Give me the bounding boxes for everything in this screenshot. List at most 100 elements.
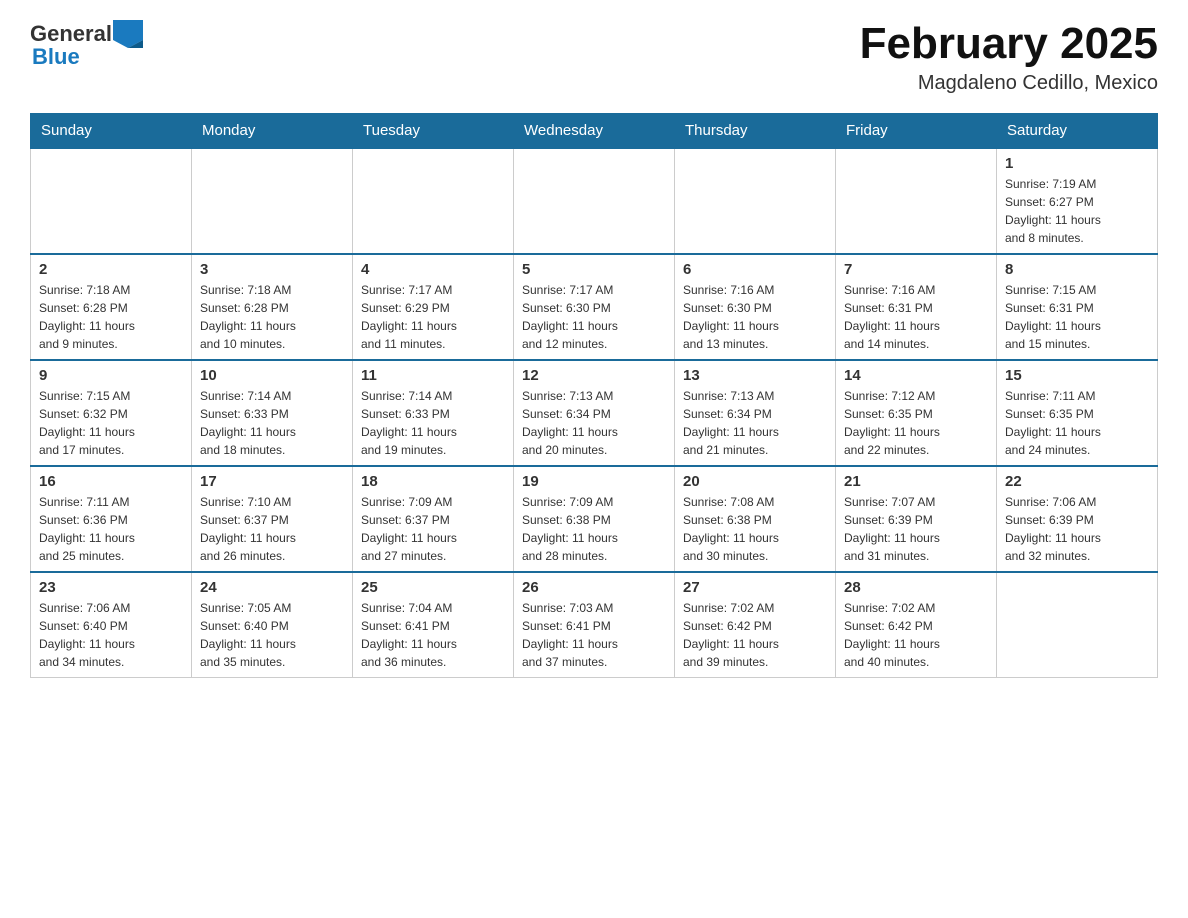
table-row bbox=[997, 572, 1158, 678]
day-info: Sunrise: 7:11 AM Sunset: 6:36 PM Dayligh… bbox=[39, 493, 183, 565]
day-number: 5 bbox=[522, 261, 666, 278]
day-number: 13 bbox=[683, 367, 827, 384]
day-info: Sunrise: 7:17 AM Sunset: 6:29 PM Dayligh… bbox=[361, 281, 505, 353]
day-number: 14 bbox=[844, 367, 988, 384]
table-row: 3 Sunrise: 7:18 AM Sunset: 6:28 PM Daylig… bbox=[192, 254, 353, 360]
logo-icon bbox=[113, 20, 143, 48]
day-number: 8 bbox=[1005, 261, 1149, 278]
table-row: 20 Sunrise: 7:08 AM Sunset: 6:38 PM Dayli… bbox=[675, 466, 836, 572]
calendar-week-row: 1 Sunrise: 7:19 AM Sunset: 6:27 PM Daylig… bbox=[31, 148, 1158, 254]
table-row: 24Sunrise: 7:05 AM Sunset: 6:40 PM Dayli… bbox=[192, 572, 353, 678]
day-number: 16 bbox=[39, 473, 183, 490]
logo: General Blue bbox=[30, 20, 144, 68]
table-row: 22 Sunrise: 7:06 AM Sunset: 6:39 PM Dayli… bbox=[997, 466, 1158, 572]
header-saturday: Saturday bbox=[997, 114, 1158, 149]
calendar-location: Magdaleno Cedillo, Mexico bbox=[860, 72, 1158, 95]
day-info: Sunrise: 7:17 AM Sunset: 6:30 PM Dayligh… bbox=[522, 281, 666, 353]
day-info: Sunrise: 7:16 AM Sunset: 6:30 PM Dayligh… bbox=[683, 281, 827, 353]
day-info: Sunrise: 7:02 AM Sunset: 6:42 PM Dayligh… bbox=[844, 599, 988, 671]
header-sunday: Sunday bbox=[31, 114, 192, 149]
day-number: 21 bbox=[844, 473, 988, 490]
calendar-month-year: February 2025 bbox=[860, 20, 1158, 68]
day-info: Sunrise: 7:13 AM Sunset: 6:34 PM Dayligh… bbox=[522, 387, 666, 459]
table-row: 19 Sunrise: 7:09 AM Sunset: 6:38 PM Dayli… bbox=[514, 466, 675, 572]
table-row bbox=[31, 148, 192, 254]
table-row: 16 Sunrise: 7:11 AM Sunset: 6:36 PM Dayli… bbox=[31, 466, 192, 572]
header-friday: Friday bbox=[836, 114, 997, 149]
calendar-header-row: Sunday Monday Tuesday Wednesday Thursday… bbox=[31, 114, 1158, 149]
day-number: 26 bbox=[522, 579, 666, 596]
day-info: Sunrise: 7:15 AM Sunset: 6:32 PM Dayligh… bbox=[39, 387, 183, 459]
day-info: Sunrise: 7:09 AM Sunset: 6:37 PM Dayligh… bbox=[361, 493, 505, 565]
day-info: Sunrise: 7:12 AM Sunset: 6:35 PM Dayligh… bbox=[844, 387, 988, 459]
table-row: 15 Sunrise: 7:11 AM Sunset: 6:35 PM Dayli… bbox=[997, 360, 1158, 466]
day-number: 7 bbox=[844, 261, 988, 278]
day-info: Sunrise: 7:11 AM Sunset: 6:35 PM Dayligh… bbox=[1005, 387, 1149, 459]
table-row: 23 Sunrise: 7:06 AM Sunset: 6:40 PM Dayli… bbox=[31, 572, 192, 678]
table-row bbox=[514, 148, 675, 254]
day-number: 27 bbox=[683, 579, 827, 596]
day-info: Sunrise: 7:03 AM Sunset: 6:41 PM Dayligh… bbox=[522, 599, 666, 671]
day-info: Sunrise: 7:06 AM Sunset: 6:40 PM Dayligh… bbox=[39, 599, 183, 671]
table-row: 7 Sunrise: 7:16 AM Sunset: 6:31 PM Daylig… bbox=[836, 254, 997, 360]
logo-general-text: General bbox=[30, 23, 112, 45]
header-monday: Monday bbox=[192, 114, 353, 149]
table-row: 8 Sunrise: 7:15 AM Sunset: 6:31 PM Daylig… bbox=[997, 254, 1158, 360]
table-row bbox=[192, 148, 353, 254]
calendar-week-row: 16 Sunrise: 7:11 AM Sunset: 6:36 PM Dayli… bbox=[31, 466, 1158, 572]
table-row: 1 Sunrise: 7:19 AM Sunset: 6:27 PM Daylig… bbox=[997, 148, 1158, 254]
table-row: 10 Sunrise: 7:14 AM Sunset: 6:33 PM Dayli… bbox=[192, 360, 353, 466]
day-number: 25 bbox=[361, 579, 505, 596]
day-number: 4 bbox=[361, 261, 505, 278]
day-info: Sunrise: 7:04 AM Sunset: 6:41 PM Dayligh… bbox=[361, 599, 505, 671]
table-row: 28 Sunrise: 7:02 AM Sunset: 6:42 PM Dayli… bbox=[836, 572, 997, 678]
table-row: 5 Sunrise: 7:17 AM Sunset: 6:30 PM Daylig… bbox=[514, 254, 675, 360]
header-thursday: Thursday bbox=[675, 114, 836, 149]
day-number: 18 bbox=[361, 473, 505, 490]
table-row: 17 Sunrise: 7:10 AM Sunset: 6:37 PM Dayli… bbox=[192, 466, 353, 572]
table-row: 4 Sunrise: 7:17 AM Sunset: 6:29 PM Daylig… bbox=[353, 254, 514, 360]
day-number: 15 bbox=[1005, 367, 1149, 384]
day-number: 11 bbox=[361, 367, 505, 384]
day-info: Sunrise: 7:15 AM Sunset: 6:31 PM Dayligh… bbox=[1005, 281, 1149, 353]
table-row: 9Sunrise: 7:15 AM Sunset: 6:32 PM Daylig… bbox=[31, 360, 192, 466]
day-info: Sunrise: 7:09 AM Sunset: 6:38 PM Dayligh… bbox=[522, 493, 666, 565]
day-info: Sunrise: 7:08 AM Sunset: 6:38 PM Dayligh… bbox=[683, 493, 827, 565]
table-row: 26 Sunrise: 7:03 AM Sunset: 6:41 PM Dayli… bbox=[514, 572, 675, 678]
table-row: 27 Sunrise: 7:02 AM Sunset: 6:42 PM Dayli… bbox=[675, 572, 836, 678]
day-number: 2 bbox=[39, 261, 183, 278]
calendar-week-row: 2 Sunrise: 7:18 AM Sunset: 6:28 PM Daylig… bbox=[31, 254, 1158, 360]
day-number: 10 bbox=[200, 367, 344, 384]
day-number: 24 bbox=[200, 579, 344, 596]
day-number: 19 bbox=[522, 473, 666, 490]
header-wednesday: Wednesday bbox=[514, 114, 675, 149]
day-info: Sunrise: 7:18 AM Sunset: 6:28 PM Dayligh… bbox=[39, 281, 183, 353]
day-number: 28 bbox=[844, 579, 988, 596]
table-row: 25 Sunrise: 7:04 AM Sunset: 6:41 PM Dayli… bbox=[353, 572, 514, 678]
logo-blue-text: Blue bbox=[30, 46, 144, 68]
day-info: Sunrise: 7:10 AM Sunset: 6:37 PM Dayligh… bbox=[200, 493, 344, 565]
calendar-week-row: 9Sunrise: 7:15 AM Sunset: 6:32 PM Daylig… bbox=[31, 360, 1158, 466]
day-info: Sunrise: 7:19 AM Sunset: 6:27 PM Dayligh… bbox=[1005, 175, 1149, 247]
table-row bbox=[836, 148, 997, 254]
day-info: Sunrise: 7:14 AM Sunset: 6:33 PM Dayligh… bbox=[200, 387, 344, 459]
calendar-week-row: 23 Sunrise: 7:06 AM Sunset: 6:40 PM Dayli… bbox=[31, 572, 1158, 678]
day-info: Sunrise: 7:07 AM Sunset: 6:39 PM Dayligh… bbox=[844, 493, 988, 565]
day-info: Sunrise: 7:06 AM Sunset: 6:39 PM Dayligh… bbox=[1005, 493, 1149, 565]
page-header: General Blue February 2025 Magdaleno Ced… bbox=[30, 20, 1158, 95]
calendar-table: Sunday Monday Tuesday Wednesday Thursday… bbox=[30, 113, 1158, 678]
table-row: 13Sunrise: 7:13 AM Sunset: 6:34 PM Dayli… bbox=[675, 360, 836, 466]
day-number: 6 bbox=[683, 261, 827, 278]
day-number: 12 bbox=[522, 367, 666, 384]
day-number: 17 bbox=[200, 473, 344, 490]
day-info: Sunrise: 7:02 AM Sunset: 6:42 PM Dayligh… bbox=[683, 599, 827, 671]
day-info: Sunrise: 7:14 AM Sunset: 6:33 PM Dayligh… bbox=[361, 387, 505, 459]
day-number: 22 bbox=[1005, 473, 1149, 490]
day-number: 20 bbox=[683, 473, 827, 490]
day-number: 23 bbox=[39, 579, 183, 596]
day-number: 3 bbox=[200, 261, 344, 278]
day-number: 1 bbox=[1005, 155, 1149, 172]
day-info: Sunrise: 7:16 AM Sunset: 6:31 PM Dayligh… bbox=[844, 281, 988, 353]
day-info: Sunrise: 7:18 AM Sunset: 6:28 PM Dayligh… bbox=[200, 281, 344, 353]
table-row bbox=[675, 148, 836, 254]
